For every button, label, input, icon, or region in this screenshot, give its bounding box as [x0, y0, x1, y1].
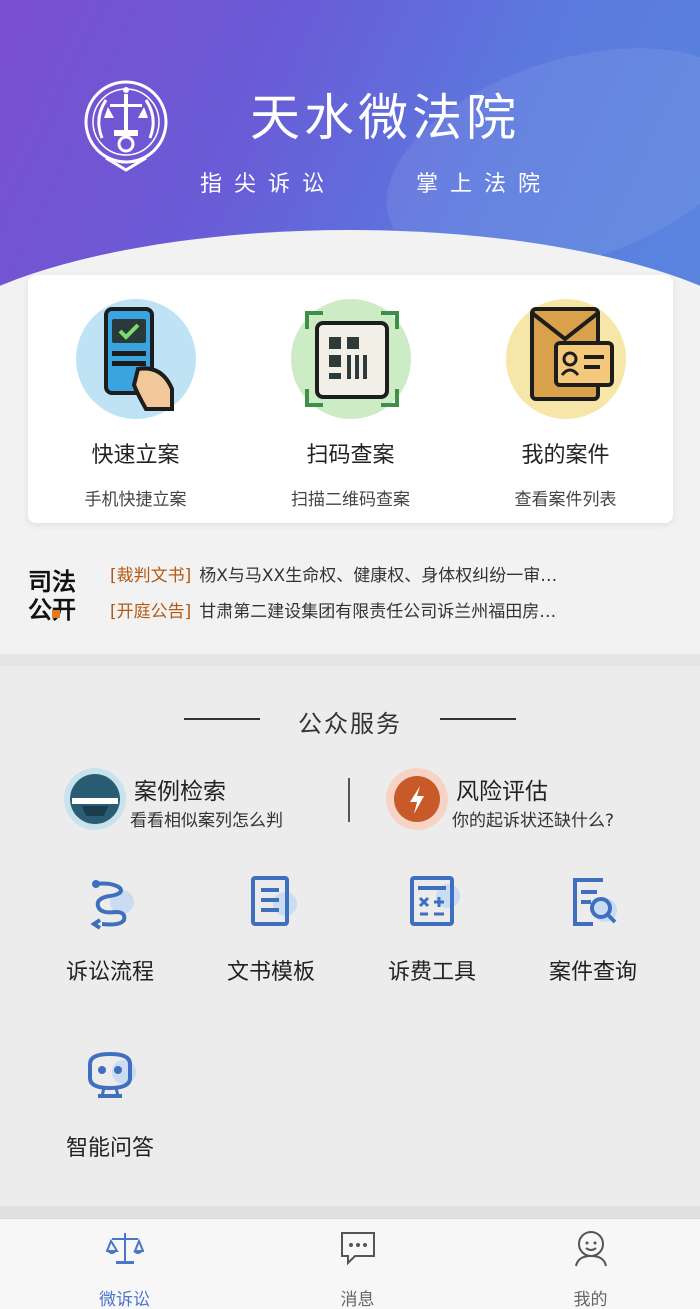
message-icon [341, 1232, 375, 1266]
risk-assessment-title: 风险评估 [456, 779, 548, 805]
quick-filing-subtitle: 手机快捷立案 [84, 490, 187, 510]
scan-query-title: 扫码查案 [306, 443, 395, 468]
my-cases-button[interactable]: 我的案件 查看案件列表 [458, 275, 673, 523]
case-query-button[interactable]: 案件查询 [533, 872, 653, 992]
process-icon [90, 880, 134, 930]
news-tag: [裁判文书] [110, 566, 192, 586]
scales-icon [106, 1233, 144, 1264]
document-template-label: 文书模板 [226, 960, 315, 985]
nav-label-profile: 我的 [573, 1290, 608, 1309]
judicial-open-logo: 司法 公开 [28, 568, 76, 624]
news-item-hearing[interactable]: [开庭公告] 甘肃第二建设集团有限责任公司诉兰州福田房… [110, 597, 650, 627]
scan-query-button[interactable]: 扫码查案 扫描二维码查案 [243, 275, 458, 523]
nav-tab-messages[interactable]: 消息 [241, 1219, 474, 1309]
risk-assessment-subtitle: 你的起诉状还缺什么? [452, 811, 615, 831]
section-divider [0, 654, 700, 666]
calculator-icon [410, 876, 460, 926]
scan-query-subtitle: 扫描二维码查案 [291, 490, 410, 510]
court-emblem-icon [84, 80, 168, 172]
logo-text-top: 司法 [28, 568, 76, 596]
bottom-gap [0, 1206, 700, 1218]
case-search-title: 案例检索 [134, 779, 226, 805]
fee-tool-label: 诉费工具 [387, 960, 476, 985]
news-tag: [开庭公告] [110, 602, 192, 622]
case-query-icon [573, 878, 617, 926]
robot-icon [88, 1051, 136, 1098]
case-search-button[interactable]: 案例检索 看看相似案列怎么判 [64, 766, 324, 832]
bottom-navigation: 微诉讼 消息 我的 [0, 1218, 700, 1309]
app-title: 天水微法院 [250, 89, 520, 147]
nav-label-messages: 消息 [340, 1290, 375, 1309]
nav-label-litigation: 微诉讼 [99, 1290, 150, 1309]
case-search-subtitle: 看看相似案列怎么判 [130, 811, 283, 831]
news-item-judgment[interactable]: [裁判文书] 杨X与马XX生命权、健康权、身体权纠纷一审… [110, 561, 650, 591]
smart-qa-label: 智能问答 [65, 1136, 154, 1161]
nav-tab-litigation[interactable]: 微诉讼 [8, 1219, 241, 1309]
litigation-process-label: 诉讼流程 [65, 960, 154, 985]
quick-filing-title: 快速立案 [91, 443, 180, 468]
case-folder-icon [506, 299, 626, 419]
slogan-left: 指尖诉讼 [200, 172, 337, 197]
document-template-icon [251, 876, 297, 926]
profile-icon [575, 1231, 607, 1267]
fee-tool-button[interactable]: 诉费工具 [372, 872, 492, 992]
smart-qa-button[interactable]: 智能问答 [50, 1048, 170, 1168]
risk-assessment-button[interactable]: 风险评估 你的起诉状还缺什么? [386, 766, 666, 832]
feature-separator [348, 778, 350, 822]
slogan-right: 掌上法院 [416, 172, 553, 197]
news-text: 甘肃第二建设集团有限责任公司诉兰州福田房… [199, 602, 557, 622]
lightning-icon [386, 768, 448, 830]
my-cases-subtitle: 查看案件列表 [514, 490, 617, 510]
case-query-label: 案件查询 [548, 960, 637, 985]
nav-tab-profile[interactable]: 我的 [474, 1219, 700, 1309]
news-text: 杨X与马XX生命权、健康权、身体权纠纷一审… [199, 566, 558, 586]
document-template-button[interactable]: 文书模板 [211, 872, 331, 992]
public-service-title: 公众服务 [298, 710, 402, 738]
quick-actions-card: 快速立案 手机快捷立案 扫码查案 扫描二维码查案 我的案件 查看案件列表 [28, 275, 673, 523]
case-search-icon [64, 768, 126, 830]
quick-filing-button[interactable]: 快速立案 手机快捷立案 [28, 275, 243, 523]
phone-check-icon [76, 299, 196, 419]
litigation-process-button[interactable]: 诉讼流程 [50, 872, 170, 992]
my-cases-title: 我的案件 [521, 443, 610, 468]
title-line-right [440, 718, 516, 720]
qr-scan-icon [291, 299, 411, 419]
